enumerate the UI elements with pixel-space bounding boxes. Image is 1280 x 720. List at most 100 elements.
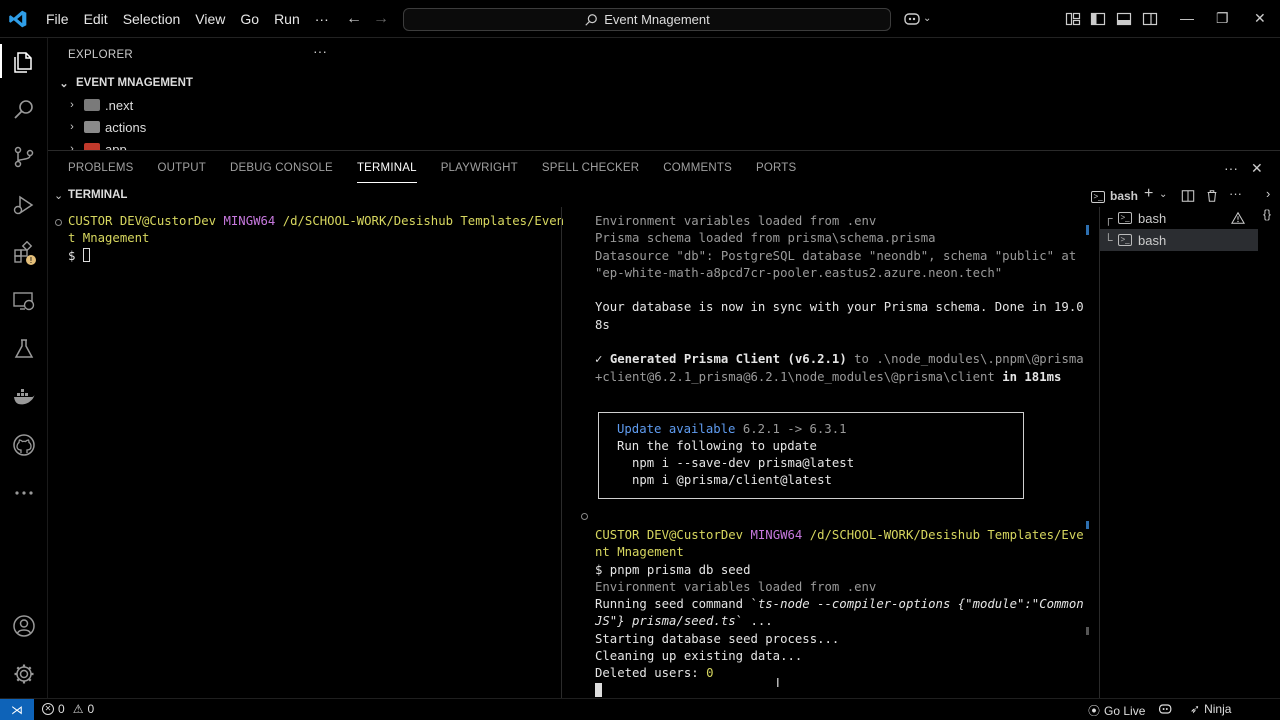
tab-playwright[interactable]: PLAYWRIGHT xyxy=(441,153,518,183)
terminal-dropdown-chevron-icon[interactable]: ⌄ xyxy=(1159,189,1167,200)
copilot-status-icon[interactable] xyxy=(1158,702,1174,716)
docker-icon[interactable] xyxy=(12,385,36,409)
root-folder-label: EVENT MNAGEMENT xyxy=(76,77,193,89)
menu-go[interactable]: Go xyxy=(234,11,265,27)
split-terminal-icon[interactable] xyxy=(1181,189,1195,203)
scrollbar-thumb[interactable] xyxy=(1086,627,1089,635)
activity-bar: ! xyxy=(0,38,48,698)
more-views-icon[interactable] xyxy=(12,481,36,505)
prompt-path: /d/SCHOOL-WORK/Desishub Templates/Eve xyxy=(809,528,1084,542)
update-instruction: Run the following to update xyxy=(617,439,817,453)
customize-layout-icon[interactable] xyxy=(1065,11,1081,27)
minimize-icon[interactable]: — xyxy=(1180,10,1194,26)
broadcast-icon: ⦿ xyxy=(1088,704,1101,718)
generated-path-cont: +client@6.2.1_prisma@6.2.1\node_modules\… xyxy=(595,369,995,384)
restore-icon[interactable]: ❐ xyxy=(1216,10,1229,27)
remote-explorer-icon[interactable] xyxy=(12,289,36,313)
menu-selection[interactable]: Selection xyxy=(117,11,187,27)
prompt-path: /d/SCHOOL-WORK/Desishub Templates/Even xyxy=(282,214,565,228)
menu-file[interactable]: File xyxy=(40,11,75,27)
chevron-right-icon: › xyxy=(70,143,74,150)
panel-close-icon[interactable]: ✕ xyxy=(1251,160,1263,177)
update-versions: 6.2.1 -> 6.3.1 xyxy=(742,422,847,436)
svg-text:!: ! xyxy=(29,256,32,265)
menu-edit[interactable]: Edit xyxy=(78,11,114,27)
terminal-list-item-selected[interactable]: └ >_ bash xyxy=(1100,229,1258,251)
tab-output[interactable]: OUTPUT xyxy=(158,153,206,183)
explorer-icon[interactable] xyxy=(12,50,36,74)
error-icon: ✕ xyxy=(42,703,54,715)
terminal-left-output[interactable]: CUSTOR DEV@CustorDev MINGW64 /d/SCHOOL-W… xyxy=(68,213,568,265)
terminal-right-seed-output[interactable]: CUSTOR DEV@CustorDev MINGW64 /d/SCHOOL-W… xyxy=(595,527,1085,700)
trash-icon[interactable] xyxy=(1205,189,1219,203)
forward-arrow-icon[interactable]: → xyxy=(373,10,389,28)
go-live-label: Go Live xyxy=(1104,703,1146,718)
testing-icon[interactable] xyxy=(12,337,36,361)
command-center-search[interactable]: Event Mnagement xyxy=(403,8,891,31)
copilot-icon[interactable] xyxy=(903,11,923,27)
settings-gear-icon[interactable] xyxy=(12,662,36,686)
problems-status[interactable]: ✕ 0 ⚠ 0 xyxy=(42,702,94,716)
run-debug-icon[interactable] xyxy=(12,193,36,217)
tab-problems[interactable]: PROBLEMS xyxy=(68,153,134,183)
tree-item-next[interactable]: › .next xyxy=(64,94,133,116)
terminal-cursor xyxy=(82,247,90,262)
menu-view[interactable]: View xyxy=(189,11,231,27)
search-activity-icon[interactable] xyxy=(12,97,36,121)
terminal-more-icon[interactable]: ··· xyxy=(1229,186,1242,201)
chevron-right-icon[interactable]: › xyxy=(1266,186,1270,201)
close-window-icon[interactable]: ✕ xyxy=(1254,10,1266,27)
go-live-button[interactable]: ⦿ Go Live xyxy=(1088,702,1145,719)
folder-icon xyxy=(84,143,100,150)
typed-command: $ pnpm prisma db seed xyxy=(595,562,751,577)
ninja-status[interactable]: ➶ Ninja xyxy=(1190,702,1231,716)
tab-ports[interactable]: PORTS xyxy=(756,153,796,183)
output-line: Prisma schema loaded from prisma\schema.… xyxy=(595,231,936,246)
remote-indicator-icon[interactable]: ⋊ xyxy=(0,699,34,720)
chevron-right-icon: › xyxy=(70,99,74,111)
menu-run[interactable]: Run xyxy=(268,11,306,27)
tree-item-label: app xyxy=(105,141,127,151)
tab-comments[interactable]: COMMENTS xyxy=(663,153,732,183)
tab-terminal[interactable]: TERMINAL xyxy=(356,153,417,183)
toggle-panel-icon[interactable] xyxy=(1116,11,1132,27)
toggle-primary-sidebar-icon[interactable] xyxy=(1090,11,1106,27)
mouse-ibeam-icon: I xyxy=(776,675,780,690)
output-line: "ep-white-math-a8pcd7cr-pooler.eastus2.a… xyxy=(595,265,1003,280)
accounts-icon[interactable] xyxy=(12,614,36,638)
generated-message: Generated Prisma Client (v6.2.1) xyxy=(609,352,847,367)
menu-more[interactable]: ··· xyxy=(309,11,335,27)
explorer-root-folder[interactable]: ⌄ EVENT MNAGEMENT xyxy=(56,72,193,94)
tree-item-actions[interactable]: › actions xyxy=(64,116,146,138)
tree-item-label: .next xyxy=(105,97,134,113)
copilot-chevron-icon[interactable]: ⌄ xyxy=(923,13,931,24)
toggle-secondary-sidebar-icon[interactable] xyxy=(1142,11,1158,27)
terminal-right-output[interactable]: Environment variables loaded from .env P… xyxy=(595,213,1085,386)
tree-item-label: actions xyxy=(105,119,147,135)
tab-debug-console[interactable]: DEBUG CONSOLE xyxy=(230,153,333,183)
terminal-shell-label[interactable]: bash xyxy=(1110,189,1138,203)
command-decoration-icon xyxy=(581,513,588,520)
warning-icon[interactable] xyxy=(1231,211,1245,225)
status-bar: ⋊ ✕ 0 ⚠ 0 ⦿ Go Live ➶ Ninja xyxy=(0,698,1280,720)
update-command: npm i --save-dev prisma@latest xyxy=(632,456,855,470)
panel-more-icon[interactable]: ··· xyxy=(1224,160,1238,176)
output-line: Datasource "db": PostgreSQL database "ne… xyxy=(595,248,1077,263)
tree-item-app[interactable]: › app xyxy=(64,138,127,150)
github-icon[interactable] xyxy=(12,433,36,457)
terminal-split-divider[interactable] xyxy=(561,207,562,699)
terminal-cursor xyxy=(595,682,602,697)
terminal-list-label: bash xyxy=(1138,210,1167,226)
extensions-icon[interactable]: ! xyxy=(12,240,36,265)
terminal-header: ⌄ TERMINAL >_ bash + ⌄ ··· › xyxy=(48,185,1280,207)
terminal-list-item[interactable]: ┌ >_ bash xyxy=(1100,207,1258,229)
terminal-list-label: bash xyxy=(1138,232,1167,248)
scrollbar-marker xyxy=(1086,225,1089,235)
braces-icon[interactable]: {} xyxy=(1263,207,1271,221)
tab-spell-checker[interactable]: SPELL CHECKER xyxy=(542,153,639,183)
new-terminal-icon[interactable]: + xyxy=(1144,185,1153,203)
back-arrow-icon[interactable]: ← xyxy=(346,10,362,28)
source-control-icon[interactable] xyxy=(12,145,36,169)
scrollbar-marker xyxy=(1086,521,1089,529)
explorer-more-icon[interactable]: ··· xyxy=(313,43,327,59)
